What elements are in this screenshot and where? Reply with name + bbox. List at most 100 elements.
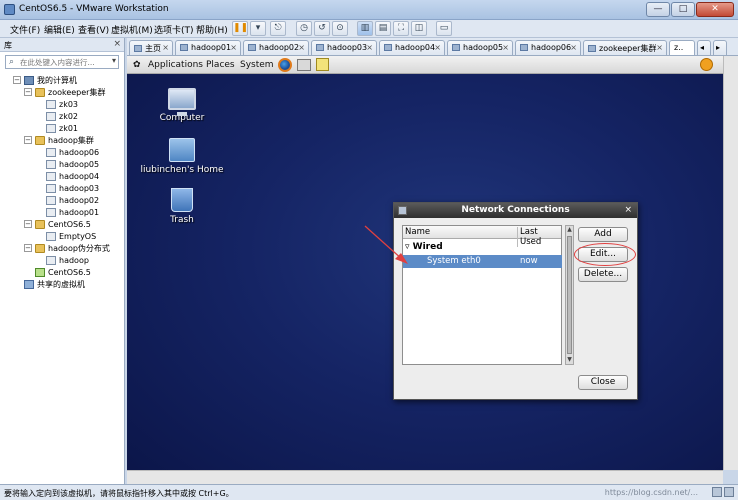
tab-home[interactable]: 主页 ×: [129, 40, 173, 55]
expander-icon[interactable]: ▿: [405, 242, 413, 252]
menu-vm[interactable]: 虚拟机(M): [111, 23, 153, 36]
tree-node-hadoop02[interactable]: hadoop02: [46, 194, 99, 206]
list-scrollbar[interactable]: ▲ ▼: [565, 225, 574, 365]
thumbnail-bar-icon[interactable]: ▤: [375, 21, 391, 36]
network-adapter-icon[interactable]: [724, 487, 734, 497]
tree-node-hadoop01[interactable]: hadoop01: [46, 206, 99, 218]
close-button[interactable]: ✕: [696, 2, 734, 17]
tab-close-icon[interactable]: ×: [656, 43, 663, 52]
menu-applications[interactable]: Applications: [148, 60, 203, 70]
tree-node-hadoop[interactable]: hadoop: [46, 254, 89, 266]
tab-hadoop01[interactable]: hadoop01 ×: [175, 40, 241, 55]
tab-close-icon[interactable]: ×: [366, 43, 373, 52]
tab-close-icon[interactable]: ×: [502, 43, 509, 52]
scrollbar-thumb[interactable]: [567, 236, 572, 354]
desktop-computer[interactable]: Computer: [157, 88, 207, 123]
menu-system[interactable]: System: [240, 60, 274, 70]
tab-hadoop05[interactable]: hadoop05 ×: [447, 40, 513, 55]
menu-edit[interactable]: 编辑(E): [44, 23, 75, 36]
collapse-icon[interactable]: −: [13, 76, 21, 84]
minimize-button[interactable]: —: [646, 2, 670, 17]
tree-node-shared-vms[interactable]: 共享的虚拟机: [24, 278, 85, 290]
unity-icon[interactable]: ◫: [411, 21, 427, 36]
menu-help[interactable]: 帮助(H): [196, 23, 228, 36]
scroll-down-icon[interactable]: ▼: [566, 356, 573, 364]
library-search[interactable]: ⌕ ▾: [5, 55, 119, 69]
vmware-app-icon: [4, 4, 15, 15]
guest-vertical-scrollbar[interactable]: [723, 56, 738, 470]
snapshot-icon[interactable]: ◷: [296, 21, 312, 36]
tree-node-hadoop06[interactable]: hadoop06: [46, 146, 99, 158]
vm-icon: [46, 231, 56, 241]
tree-node-hadoop03[interactable]: hadoop03: [46, 182, 99, 194]
desktop-home-label: liubinchen's Home: [140, 165, 224, 175]
search-input[interactable]: [20, 57, 110, 68]
maximize-button[interactable]: □: [671, 2, 695, 17]
scroll-up-icon[interactable]: ▲: [566, 226, 573, 234]
tree-node-emptyos[interactable]: EmptyOS: [46, 230, 96, 242]
pause-icon[interactable]: ❚❚: [232, 21, 248, 36]
column-last-used[interactable]: Last Used: [517, 227, 561, 247]
update-notifier-icon[interactable]: [700, 58, 713, 71]
tab-scroll-right-icon[interactable]: ▸: [713, 40, 727, 55]
hard-disk-icon[interactable]: [712, 487, 722, 497]
tab-close-icon[interactable]: ×: [230, 43, 237, 52]
vm-icon: [46, 111, 56, 121]
show-library-icon[interactable]: ▥: [357, 21, 373, 36]
tree-node-hadoop-group[interactable]: − hadoop集群: [24, 134, 94, 146]
revert-snapshot-icon[interactable]: ↺: [314, 21, 330, 36]
guest-horizontal-scrollbar[interactable]: [127, 470, 723, 484]
tree-node-zk01[interactable]: zk01: [46, 122, 78, 134]
collapse-icon[interactable]: −: [24, 220, 32, 228]
tab-hadoop04[interactable]: hadoop04 ×: [379, 40, 445, 55]
tree-node-centos-group[interactable]: − CentOS6.5: [24, 218, 91, 230]
column-name[interactable]: Name: [405, 227, 430, 237]
collapse-icon[interactable]: −: [24, 244, 32, 252]
tree-node-hadoop-dist-group[interactable]: − hadoop伪分布式: [24, 242, 110, 254]
snapshot-manager-icon[interactable]: ⊙: [332, 21, 348, 36]
search-dropdown-icon[interactable]: ▾: [112, 56, 116, 65]
tab-close-icon[interactable]: ×: [570, 43, 577, 52]
tab-close-icon[interactable]: ×: [162, 43, 169, 52]
text-editor-icon[interactable]: [316, 58, 329, 71]
tree-node-centos65[interactable]: CentOS6.5: [35, 266, 91, 278]
collapse-icon[interactable]: −: [24, 88, 32, 96]
desktop-trash[interactable]: Trash: [157, 188, 207, 225]
tree-node-zk03[interactable]: zk03: [46, 98, 78, 110]
tree-node-hadoop05[interactable]: hadoop05: [46, 158, 99, 170]
menu-view[interactable]: 查看(V): [78, 23, 109, 36]
library-close-icon[interactable]: ×: [113, 39, 121, 49]
tree-node-zookeeper-group[interactable]: − zookeeper集群: [24, 86, 105, 98]
guest-display[interactable]: ✿ Applications Places System Computer li…: [127, 56, 723, 484]
firefox-icon[interactable]: [278, 58, 292, 72]
tab-scroll-left-icon[interactable]: ◂: [697, 40, 711, 55]
console-view-icon[interactable]: ▭: [436, 21, 452, 36]
tab-hadoop02[interactable]: hadoop02 ×: [243, 40, 309, 55]
delete-button[interactable]: Delete...: [578, 267, 628, 282]
tab-hadoop06[interactable]: hadoop06 ×: [515, 40, 581, 55]
menu-tabs[interactable]: 选项卡(T): [154, 23, 194, 36]
menu-places[interactable]: Places: [206, 60, 235, 70]
add-button[interactable]: Add: [578, 227, 628, 242]
watermark: https://blog.csdn.net/...: [604, 488, 698, 497]
fullscreen-icon[interactable]: ⛶: [393, 21, 409, 36]
email-client-icon[interactable]: [297, 59, 311, 71]
tab-zookeeper-group[interactable]: zookeeper集群 ×: [583, 40, 667, 55]
chevron-down-icon[interactable]: ▾: [250, 21, 266, 36]
tree-node-my-computer[interactable]: − 我的计算机: [13, 74, 77, 86]
menu-file[interactable]: 文件(F): [10, 23, 40, 36]
tab-close-icon[interactable]: ×: [434, 43, 441, 52]
tree-node-hadoop04[interactable]: hadoop04: [46, 170, 99, 182]
connections-list[interactable]: Name Last Used ▿ Wired System eth0 now: [402, 225, 562, 365]
list-item[interactable]: System eth0 now: [403, 255, 562, 268]
collapse-icon[interactable]: −: [24, 136, 32, 144]
tab-overflow[interactable]: z..: [669, 40, 695, 55]
send-ctrl-alt-del-icon[interactable]: ⎋: [270, 21, 286, 36]
dialog-close-icon[interactable]: ×: [624, 203, 632, 218]
tree-node-zk02[interactable]: zk02: [46, 110, 78, 122]
list-group-wired[interactable]: ▿ Wired: [405, 242, 443, 252]
desktop-home[interactable]: liubinchen's Home: [139, 138, 225, 175]
dialog-close-button[interactable]: Close: [578, 375, 628, 390]
tab-close-icon[interactable]: ×: [298, 43, 305, 52]
tab-hadoop03[interactable]: hadoop03 ×: [311, 40, 377, 55]
